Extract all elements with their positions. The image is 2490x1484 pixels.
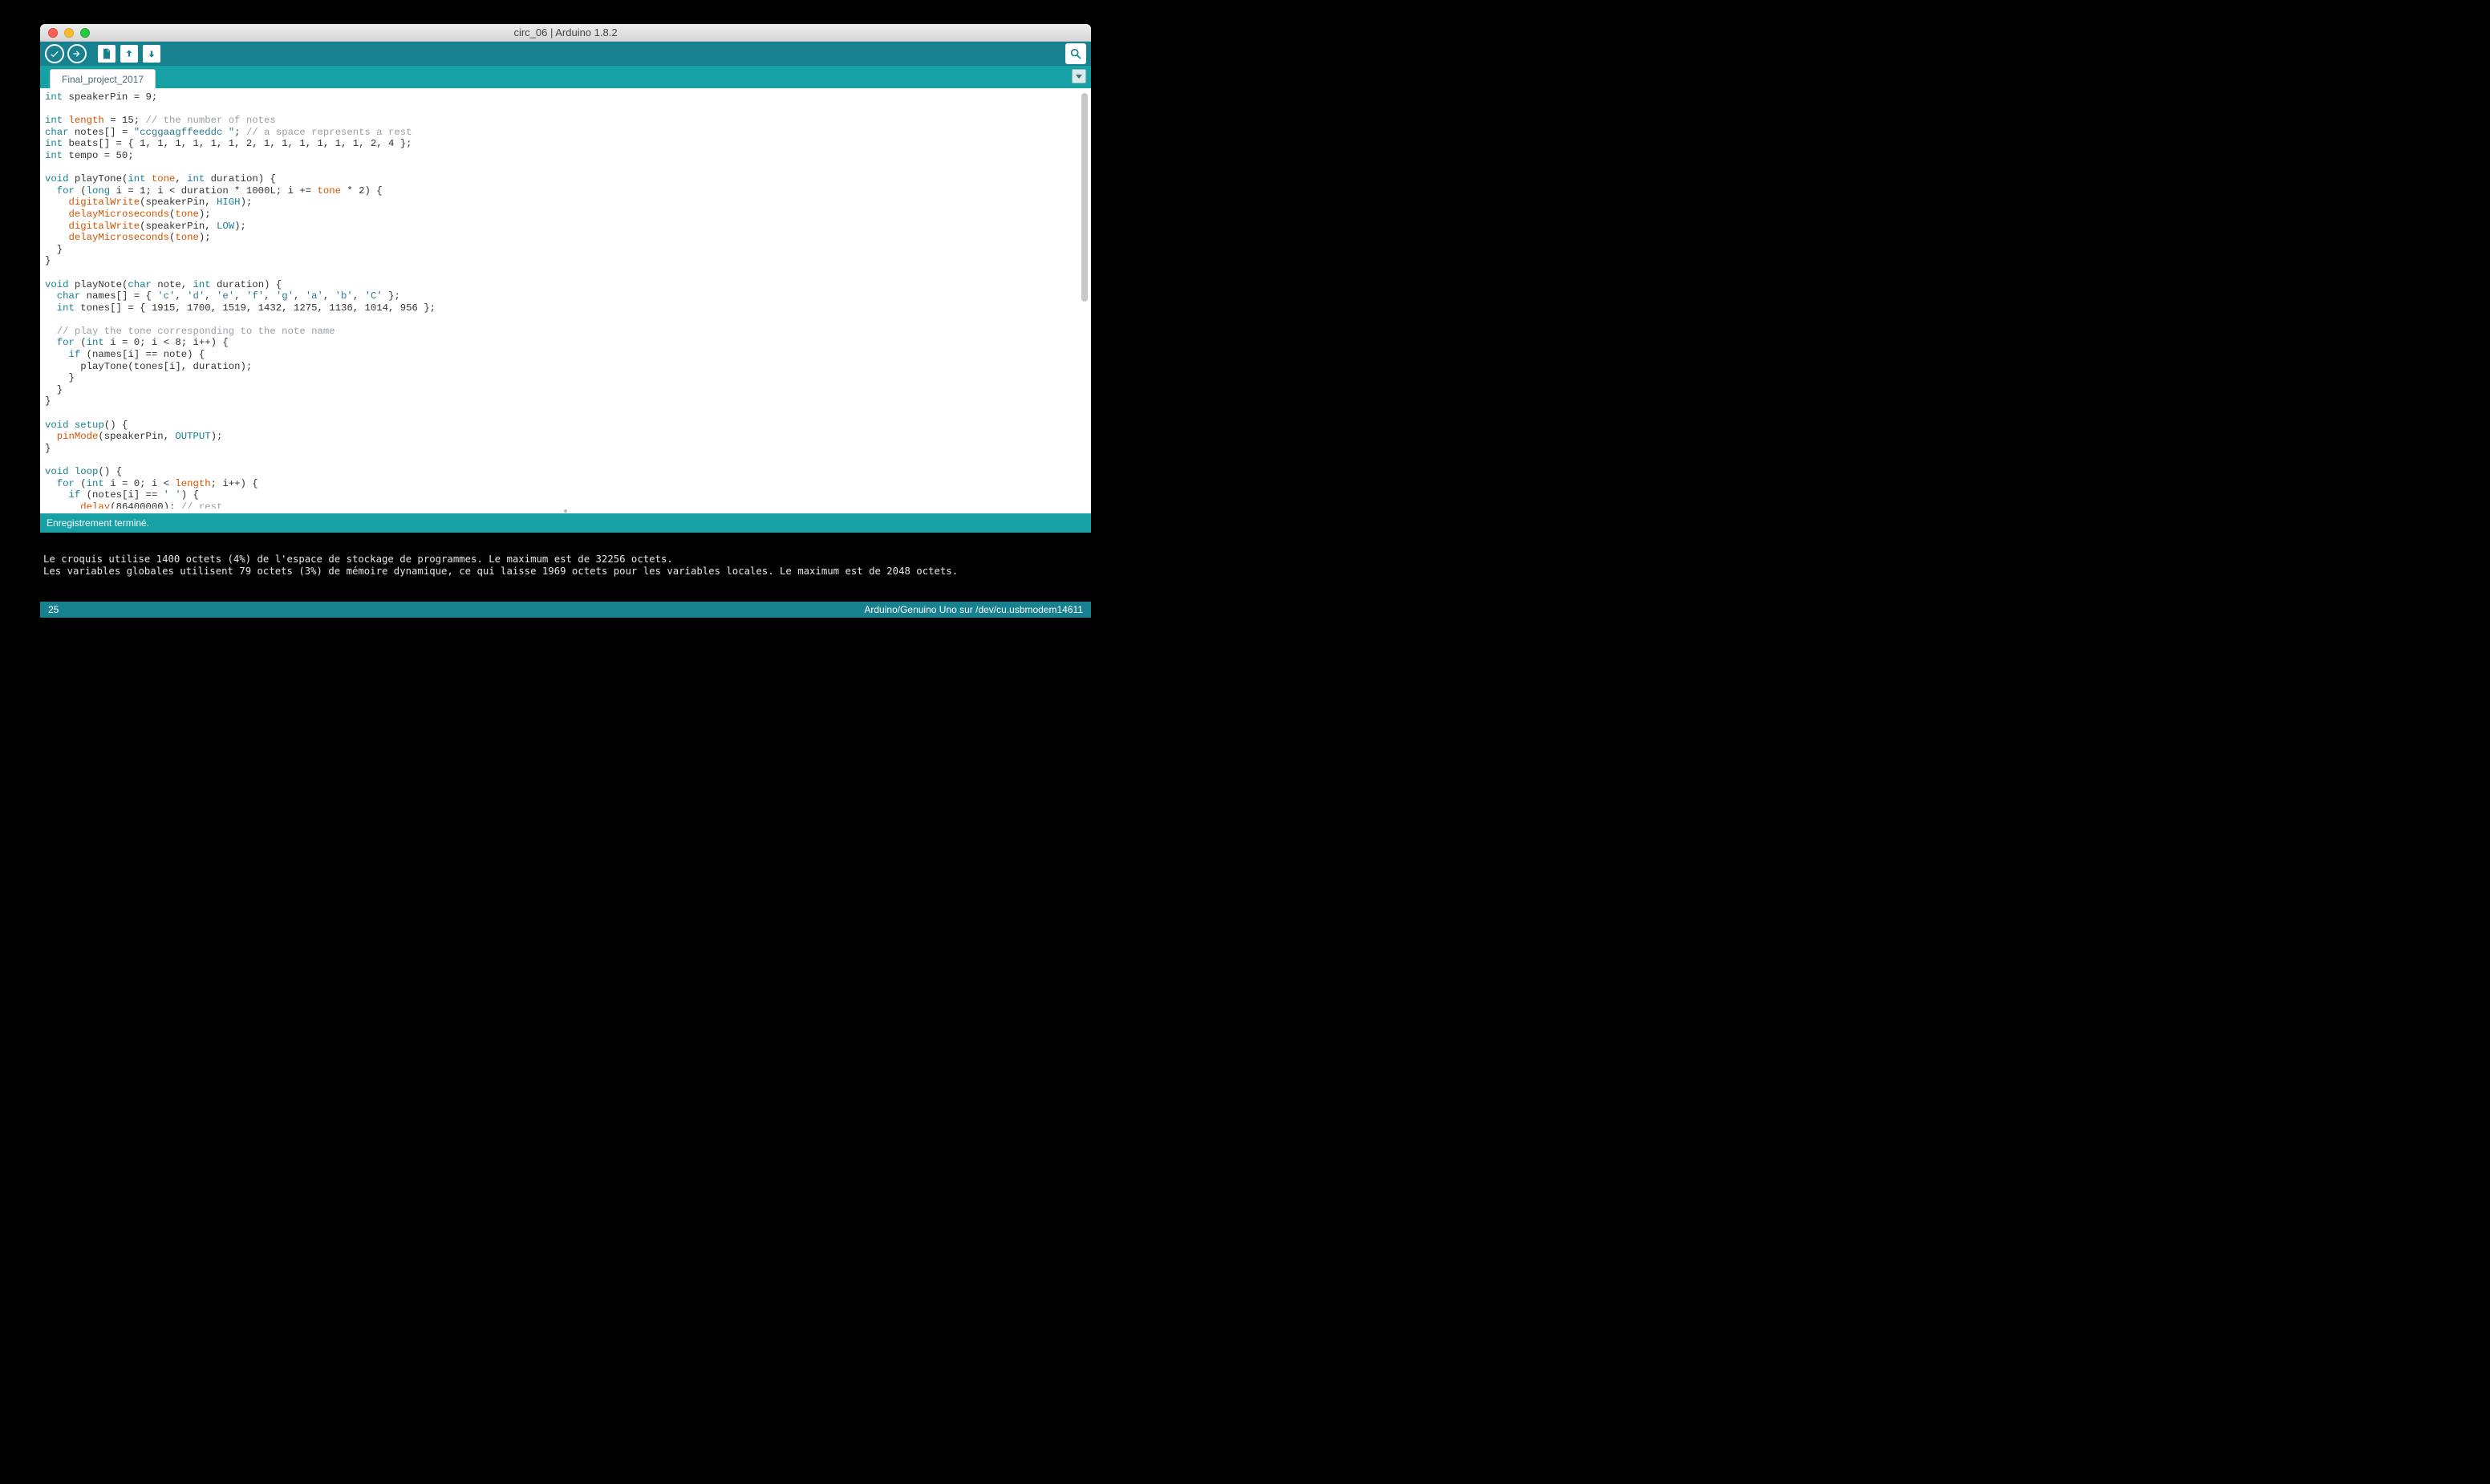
status-bar: Enregistrement terminé. (40, 513, 1091, 533)
line-number: 25 (48, 604, 59, 615)
magnifier-icon (1069, 47, 1082, 60)
board-port-label: Arduino/Genuino Uno sur /dev/cu.usbmodem… (864, 604, 1083, 615)
file-icon (101, 48, 112, 59)
tabs-menu-button[interactable] (1072, 69, 1086, 83)
footer-bar: 25 Arduino/Genuino Uno sur /dev/cu.usbmo… (40, 602, 1091, 618)
verify-button[interactable] (45, 44, 64, 63)
vertical-scrollbar[interactable] (1080, 91, 1089, 505)
status-message: Enregistrement terminé. (47, 517, 149, 529)
window-title: circ_06 | Arduino 1.8.2 (40, 26, 1091, 39)
toolbar (40, 42, 1091, 66)
new-button[interactable] (96, 43, 117, 64)
window-titlebar[interactable]: circ_06 | Arduino 1.8.2 (40, 24, 1091, 42)
code-editor[interactable]: int speakerPin = 9; int length = 15; // … (40, 88, 1091, 509)
open-button[interactable] (119, 43, 140, 64)
check-icon (49, 48, 60, 59)
arrow-down-icon (146, 48, 157, 59)
save-button[interactable] (141, 43, 162, 64)
serial-monitor-button[interactable] (1065, 43, 1086, 64)
tabs-bar: Final_project_2017 (40, 66, 1091, 88)
console-output: Le croquis utilise 1400 octets (4%) de l… (40, 533, 1091, 602)
arrow-up-icon (124, 48, 135, 59)
scrollbar-thumb[interactable] (1081, 93, 1088, 302)
arrow-right-icon (71, 48, 83, 59)
tab-active[interactable]: Final_project_2017 (50, 69, 156, 88)
arduino-window: circ_06 | Arduino 1.8.2 (40, 24, 1091, 618)
upload-button[interactable] (67, 44, 87, 63)
code-content: int speakerPin = 9; int length = 15; // … (40, 88, 1091, 509)
